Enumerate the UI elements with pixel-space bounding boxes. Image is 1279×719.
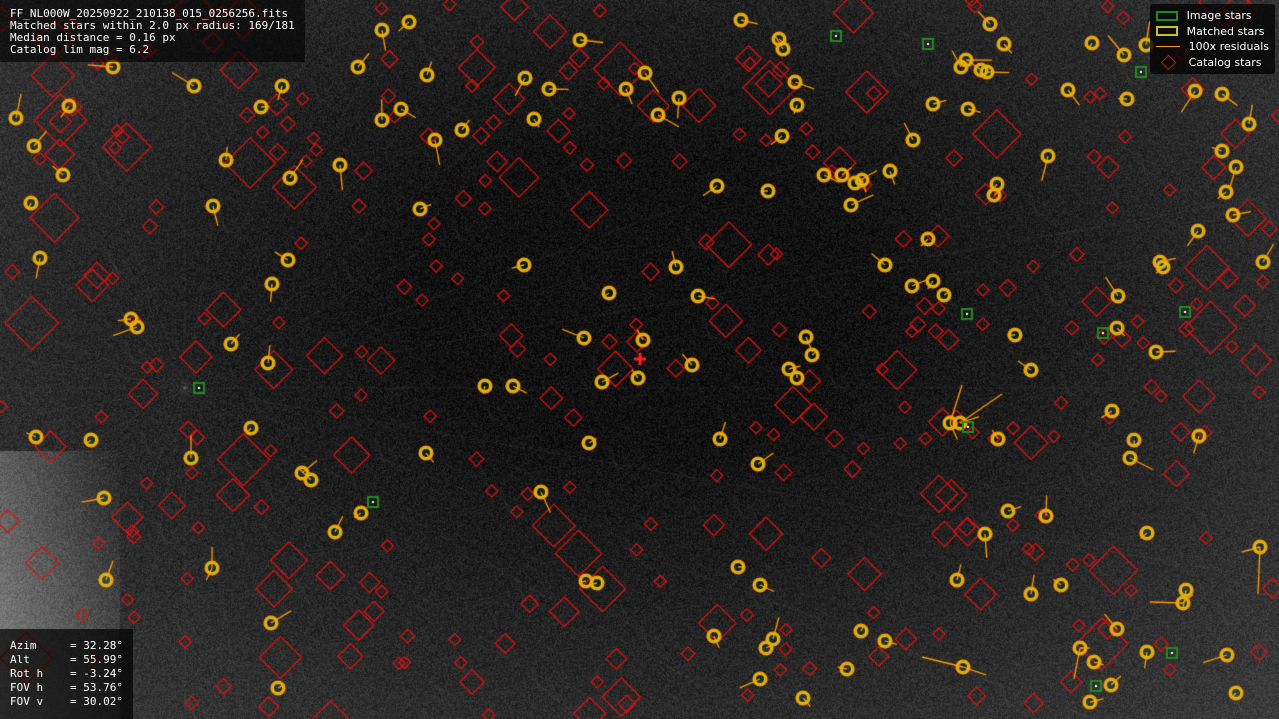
pointing-panel: Azim = 32.28° Alt = 55.99° Rot h = -3.24° F… (0, 629, 133, 719)
fov-v-value: 30.02° (83, 695, 123, 708)
azimuth-row: Azim = 32.28° (10, 639, 123, 652)
yellow-square-icon (1155, 26, 1178, 37)
fov-h-value: 53.76° (83, 681, 123, 694)
fit-info-panel: FF_NL000W_20250922_210138_015_0256256.fi… (0, 0, 305, 62)
rotation-row: Rot h = -3.24° (10, 667, 123, 680)
star-field-canvas (0, 0, 1279, 719)
orange-line-icon (1155, 46, 1180, 48)
fov-v-row: FOV v = 30.02° (10, 695, 123, 708)
catalog-limmag-text: Catalog lim mag = 6.2 (10, 43, 150, 56)
legend: Image stars Matched stars 100x residuals… (1149, 4, 1275, 74)
azimuth-value: 32.28° (83, 639, 123, 652)
legend-matched-stars: Matched stars (1155, 24, 1269, 40)
legend-catalog-stars: Catalog stars (1156, 55, 1269, 71)
fov-h-row: FOV h = 53.76° (10, 681, 123, 694)
legend-residuals: 100x residuals (1155, 39, 1269, 55)
altitude-row: Alt = 55.99° (10, 653, 123, 666)
red-diamond-icon (1156, 56, 1180, 68)
altitude-value: 55.99° (83, 653, 123, 666)
legend-image-stars: Image stars (1155, 8, 1269, 24)
rotation-value: -3.24° (83, 667, 123, 680)
green-square-icon (1155, 10, 1178, 21)
